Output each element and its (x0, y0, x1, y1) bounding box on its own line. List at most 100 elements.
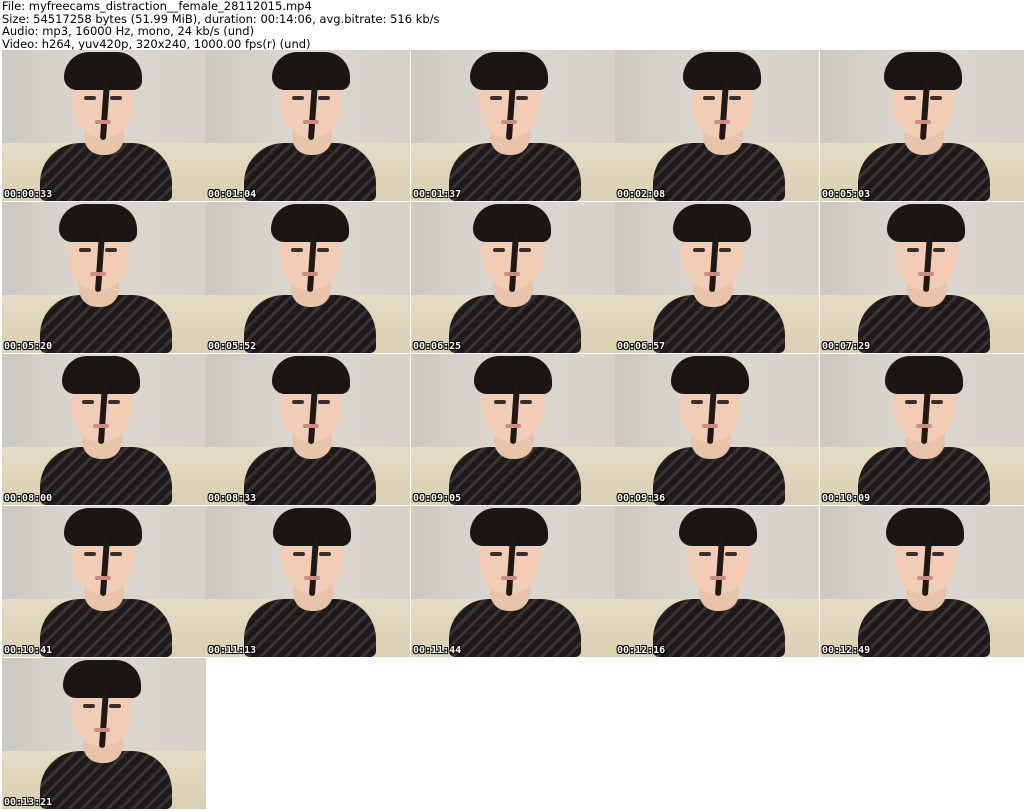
thumbnail-left-eye (494, 400, 506, 404)
thumbnail-right-eye (725, 552, 737, 556)
thumbnail-left-eye (907, 248, 919, 252)
video-thumbnail: 00:09:05 (411, 354, 615, 505)
thumbnail-left-eye (292, 400, 304, 404)
video-thumbnail: 00:11:44 (411, 506, 615, 657)
thumbnail-timestamp: 00:00:33 (4, 189, 53, 200)
thumbnail-mouth (94, 728, 110, 732)
video-thumbnail: 00:08:00 (2, 354, 206, 505)
thumbnail-left-eye (699, 552, 711, 556)
thumbnail-timestamp: 00:05:20 (4, 341, 53, 352)
thumbnail-left-eye (84, 552, 96, 556)
thumbnail-right-eye (933, 248, 945, 252)
thumbnail-right-eye (717, 400, 729, 404)
thumbnail-timestamp: 00:11:44 (413, 645, 462, 656)
thumbnail-left-eye (293, 552, 305, 556)
thumbnail-timestamp: 00:08:33 (208, 493, 257, 504)
thumbnail-mouth (304, 576, 320, 580)
thumbnail-mouth (704, 272, 720, 276)
thumbnail-right-eye (516, 552, 528, 556)
thumbnail-right-eye (319, 552, 331, 556)
thumbnail-left-eye (490, 96, 502, 100)
video-thumbnail: 00:08:33 (206, 354, 410, 505)
thumbnail-timestamp: 00:07:29 (822, 341, 871, 352)
thumbnail-left-eye (906, 552, 918, 556)
thumbnail-left-eye (292, 96, 304, 100)
thumbnail-left-eye (493, 248, 505, 252)
thumbnail-mouth (303, 424, 319, 428)
thumbnail-left-eye (84, 96, 96, 100)
thumbnail-left-eye (691, 400, 703, 404)
video-thumbnail: 00:00:33 (2, 50, 206, 201)
thumbnail-timestamp: 00:01:37 (413, 189, 462, 200)
thumbnail-timestamp: 00:12:49 (822, 645, 871, 656)
thumbnail-left-eye (905, 400, 917, 404)
video-thumbnail: 00:10:41 (2, 506, 206, 657)
thumbnail-timestamp: 00:08:00 (4, 493, 53, 504)
thumbnail-mouth (504, 272, 520, 276)
video-thumbnail: 00:06:25 (411, 202, 615, 353)
video-thumbnail: 00:07:29 (820, 202, 1024, 353)
thumbnail-right-eye (520, 400, 532, 404)
thumbnail-timestamp: 00:09:36 (617, 493, 666, 504)
thumbnail-left-eye (904, 96, 916, 100)
thumbnail-right-eye (108, 400, 120, 404)
thumbnail-mouth (714, 120, 730, 124)
thumbnail-mouth (505, 424, 521, 428)
thumbnail-right-eye (519, 248, 531, 252)
video-thumbnail: 00:01:04 (206, 50, 410, 201)
audio-info-line: Audio: mp3, 16000 Hz, mono, 24 kb/s (und… (2, 24, 255, 38)
thumbnail-left-eye (82, 400, 94, 404)
thumbnail-timestamp: 00:05:52 (208, 341, 257, 352)
thumbnail-right-eye (719, 248, 731, 252)
video-thumbnail: 00:05:03 (820, 50, 1024, 201)
video-thumbnail: 00:09:36 (615, 354, 819, 505)
thumbnail-mouth (303, 120, 319, 124)
thumbnail-mouth (302, 272, 318, 276)
video-thumbnail: 00:11:13 (206, 506, 410, 657)
thumbnail-mouth (917, 576, 933, 580)
thumbnail-right-eye (105, 248, 117, 252)
video-thumbnail: 00:12:49 (820, 506, 1024, 657)
thumbnail-left-eye (693, 248, 705, 252)
thumbnail-timestamp: 00:10:41 (4, 645, 53, 656)
thumbnail-mouth (95, 120, 111, 124)
thumbnail-right-eye (932, 552, 944, 556)
thumbnail-timestamp: 00:05:03 (822, 189, 871, 200)
thumbnail-timestamp: 00:01:04 (208, 189, 257, 200)
video-thumbnail: 00:01:37 (411, 50, 615, 201)
thumbnail-timestamp: 00:09:05 (413, 493, 462, 504)
thumbnail-left-eye (291, 248, 303, 252)
thumbnail-grid: 00:00:33 00:01:04 00:01:37 00:02:08 00:05:03… (0, 50, 1024, 811)
thumbnail-mouth (90, 272, 106, 276)
thumbnail-right-eye (729, 96, 741, 100)
thumbnail-right-eye (931, 400, 943, 404)
thumbnail-timestamp: 00:06:25 (413, 341, 462, 352)
thumbnail-right-eye (318, 96, 330, 100)
video-thumbnail: 00:05:20 (2, 202, 206, 353)
thumbnail-right-eye (110, 96, 122, 100)
thumbnail-mouth (916, 424, 932, 428)
thumbnail-mouth (501, 120, 517, 124)
thumbnail-timestamp: 00:11:13 (208, 645, 257, 656)
thumbnail-mouth (95, 576, 111, 580)
thumbnail-timestamp: 00:06:57 (617, 341, 666, 352)
video-thumbnail: 00:06:57 (615, 202, 819, 353)
video-thumbnail: 00:05:52 (206, 202, 410, 353)
video-thumbnail: 00:12:16 (615, 506, 819, 657)
thumbnail-mouth (702, 424, 718, 428)
thumbnail-mouth (501, 576, 517, 580)
file-name-line: File: myfreecams_distraction__female_281… (2, 0, 312, 13)
thumbnail-timestamp: 00:10:09 (822, 493, 871, 504)
thumbnail-left-eye (490, 552, 502, 556)
thumbnail-right-eye (930, 96, 942, 100)
thumbnail-right-eye (317, 248, 329, 252)
video-info-header: File: myfreecams_distraction__female_281… (2, 0, 1022, 50)
thumbnail-mouth (93, 424, 109, 428)
thumbnail-left-eye (703, 96, 715, 100)
video-thumbnail: 00:13:21 (2, 658, 206, 809)
thumbnail-right-eye (516, 96, 528, 100)
video-info-line: Video: h264, yuv420p, 320x240, 1000.00 f… (2, 36, 311, 50)
video-thumbnail: 00:02:08 (615, 50, 819, 201)
thumbnail-right-eye (109, 704, 121, 708)
thumbnail-timestamp: 00:02:08 (617, 189, 666, 200)
